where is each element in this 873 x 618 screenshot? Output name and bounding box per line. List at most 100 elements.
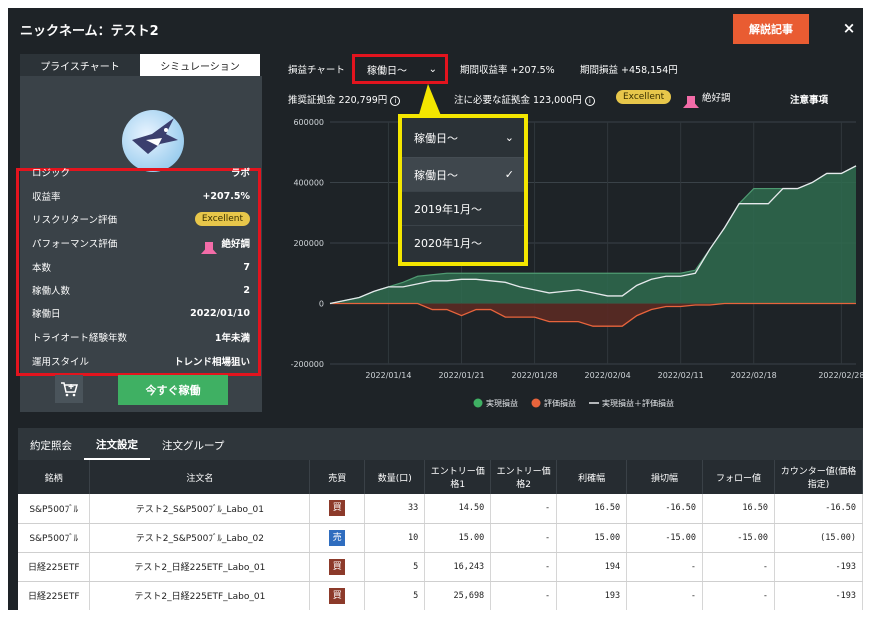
info-row-count: 本数 7	[32, 256, 250, 278]
info-value: 2	[243, 284, 250, 296]
buy-badge: 買	[329, 587, 346, 604]
cart-icon	[61, 382, 78, 397]
x-tick-label: 2022/01/28	[512, 371, 558, 380]
info-label: 稼働日	[32, 309, 61, 320]
info-icon[interactable]: i	[390, 95, 401, 106]
add-to-cart-button[interactable]	[55, 375, 83, 403]
legend-label: 評価損益	[544, 398, 576, 408]
x-tick-label: 2022/02/28	[818, 371, 863, 380]
callout-pointer	[418, 84, 442, 118]
performance-text: 絶好調	[702, 93, 731, 104]
info-value: 7	[243, 261, 250, 273]
info-row-return: 収益率 +207.5%	[32, 185, 250, 207]
check-icon: ✓	[504, 168, 514, 181]
recommended-margin: 推奨証拠金 220,799円 i	[288, 92, 401, 106]
tab-order-groups[interactable]: 注文グループ	[150, 430, 236, 460]
run-now-button[interactable]: 今すぐ稼働	[118, 375, 228, 405]
option-label: 2020年1月〜	[414, 237, 482, 250]
cell-qty: 10	[364, 523, 426, 553]
period-option-2020[interactable]: 2020年1月〜	[402, 226, 524, 260]
status-badge: Excellent	[194, 212, 250, 226]
legend-label: 実現損益＋評価損益	[602, 398, 674, 408]
period-profit: 期間損益 +458,154円	[580, 65, 678, 76]
tab-simulation[interactable]: シミュレーション	[140, 54, 260, 76]
info-value: 1年未満	[214, 333, 250, 344]
cell-entry2: -	[490, 552, 558, 582]
cell-order-name: テスト2_S&P500ﾌﾞﾙ_Labo_01	[89, 494, 311, 524]
period-select[interactable]: 稼働日〜 ⌄	[352, 54, 448, 84]
table-row[interactable]: 日経225ETF テスト2_日経225ETF_Labo_01 買 5 25,698-19…	[18, 581, 863, 610]
cell-symbol: S&P500ﾌﾞﾙ	[18, 494, 91, 524]
info-row-start-date: 稼働日 2022/01/10	[32, 302, 250, 324]
cell-order-name: テスト2_S&P500ﾌﾞﾙ_Labo_02	[89, 523, 311, 553]
profit-chart: 600000 400000 200000 0 -200000 2022/01/14 2022…	[291, 118, 863, 408]
cell-stop-loss: -16.50	[626, 494, 704, 524]
y-tick-label: 600000	[293, 118, 324, 127]
info-icon[interactable]: i	[584, 95, 595, 106]
chevron-down-icon: ⌄	[504, 131, 514, 144]
legend-marker	[531, 398, 541, 408]
cell-follow: -15.00	[702, 523, 775, 553]
col-symbol: 銘柄	[18, 460, 91, 494]
cell-qty: 33	[364, 494, 426, 524]
close-icon[interactable]: ×	[840, 18, 858, 38]
cell-entry2: -	[490, 581, 558, 610]
table-row[interactable]: 日経225ETF テスト2_日経225ETF_Labo_01 買 5 16,243-19…	[18, 552, 863, 582]
left-tabs: プライスチャート シミュレーション	[20, 54, 260, 76]
col-entry1: エントリー価格1	[424, 460, 492, 494]
y-tick-label: 400000	[293, 179, 324, 188]
buy-badge: 買	[329, 558, 346, 575]
y-tick-label: -200000	[291, 360, 324, 369]
info-row-users: 稼働人数 2	[32, 279, 250, 301]
cell-side: 買	[309, 581, 366, 610]
cell-symbol: 日経225ETF	[18, 581, 91, 610]
tab-executions[interactable]: 約定照会	[18, 430, 84, 460]
cell-symbol: 日経225ETF	[18, 552, 91, 582]
cell-follow: -	[702, 581, 775, 610]
tab-order-settings[interactable]: 注文設定	[84, 430, 150, 460]
chevron-down-icon: ⌄	[428, 63, 437, 75]
info-row-risk-return: リスクリターン評価 Excellent	[32, 208, 250, 230]
legend-label: 実現損益	[486, 398, 518, 408]
x-tick-label: 2022/02/04	[585, 371, 631, 380]
profit-chart-label: 損益チャート	[288, 65, 345, 76]
recommended-margin-text: 推奨証拠金 220,799円	[288, 95, 388, 106]
col-take-profit: 利確幅	[556, 460, 628, 494]
cell-entry1: 25,698	[424, 581, 492, 610]
option-label: 2019年1月〜	[414, 202, 482, 216]
cell-counter: -16.50	[774, 494, 863, 524]
info-label: パフォーマンス評価	[32, 239, 118, 250]
cell-stop-loss: -	[626, 552, 704, 582]
cell-entry1: 14.50	[424, 494, 492, 524]
info-label: トライオート経験年数	[32, 333, 128, 344]
period-dropdown-header[interactable]: 稼働日〜 ⌄	[402, 118, 524, 158]
explain-article-button[interactable]: 解説記事	[733, 14, 809, 44]
table-row[interactable]: S&P500ﾌﾞﾙ テスト2_S&P500ﾌﾞﾙ_Labo_01 買 33 14.50 -…	[18, 494, 863, 524]
info-row-style: 運用スタイル トレンド相場狙い	[32, 350, 250, 372]
info-label: 本数	[32, 263, 52, 274]
table-row[interactable]: S&P500ﾌﾞﾙ テスト2_S&P500ﾌﾞﾙ_Labo_02 売 10 15.00-…	[18, 523, 863, 553]
cell-follow: 16.50	[702, 494, 775, 524]
cell-stop-loss: -	[626, 581, 704, 610]
cell-qty: 5	[364, 581, 426, 610]
option-label: 稼働日〜	[414, 168, 458, 182]
cell-counter: (15.00)	[774, 523, 863, 553]
cell-side: 買	[309, 494, 366, 524]
tab-price-chart[interactable]: プライスチャート	[20, 54, 140, 76]
col-entry2: エントリー価格2	[490, 460, 558, 494]
cell-take-profit: 16.50	[556, 494, 628, 524]
info-value: 絶好調	[221, 239, 250, 250]
info-label: ロジック	[32, 168, 71, 179]
y-tick-label: 200000	[293, 239, 324, 248]
x-tick-label: 2022/02/11	[658, 371, 704, 380]
cell-counter: -193	[774, 552, 863, 582]
info-value: 2022/01/10	[190, 307, 250, 319]
simulation-window: ニックネーム：テスト2 解説記事 × プライスチャート シミュレーション ロジッ…	[8, 8, 863, 610]
x-tick-label: 2022/02/18	[731, 371, 777, 380]
notes-link[interactable]: 注意事項	[790, 92, 828, 106]
period-option-2019[interactable]: 2019年1月〜	[402, 192, 524, 226]
period-select-value: 稼働日〜	[367, 65, 407, 77]
period-option-start[interactable]: 稼働日〜 ✓	[402, 158, 524, 192]
info-value: +207.5%	[202, 190, 250, 202]
info-row-experience: トライオート経験年数 1年未満	[32, 326, 250, 348]
